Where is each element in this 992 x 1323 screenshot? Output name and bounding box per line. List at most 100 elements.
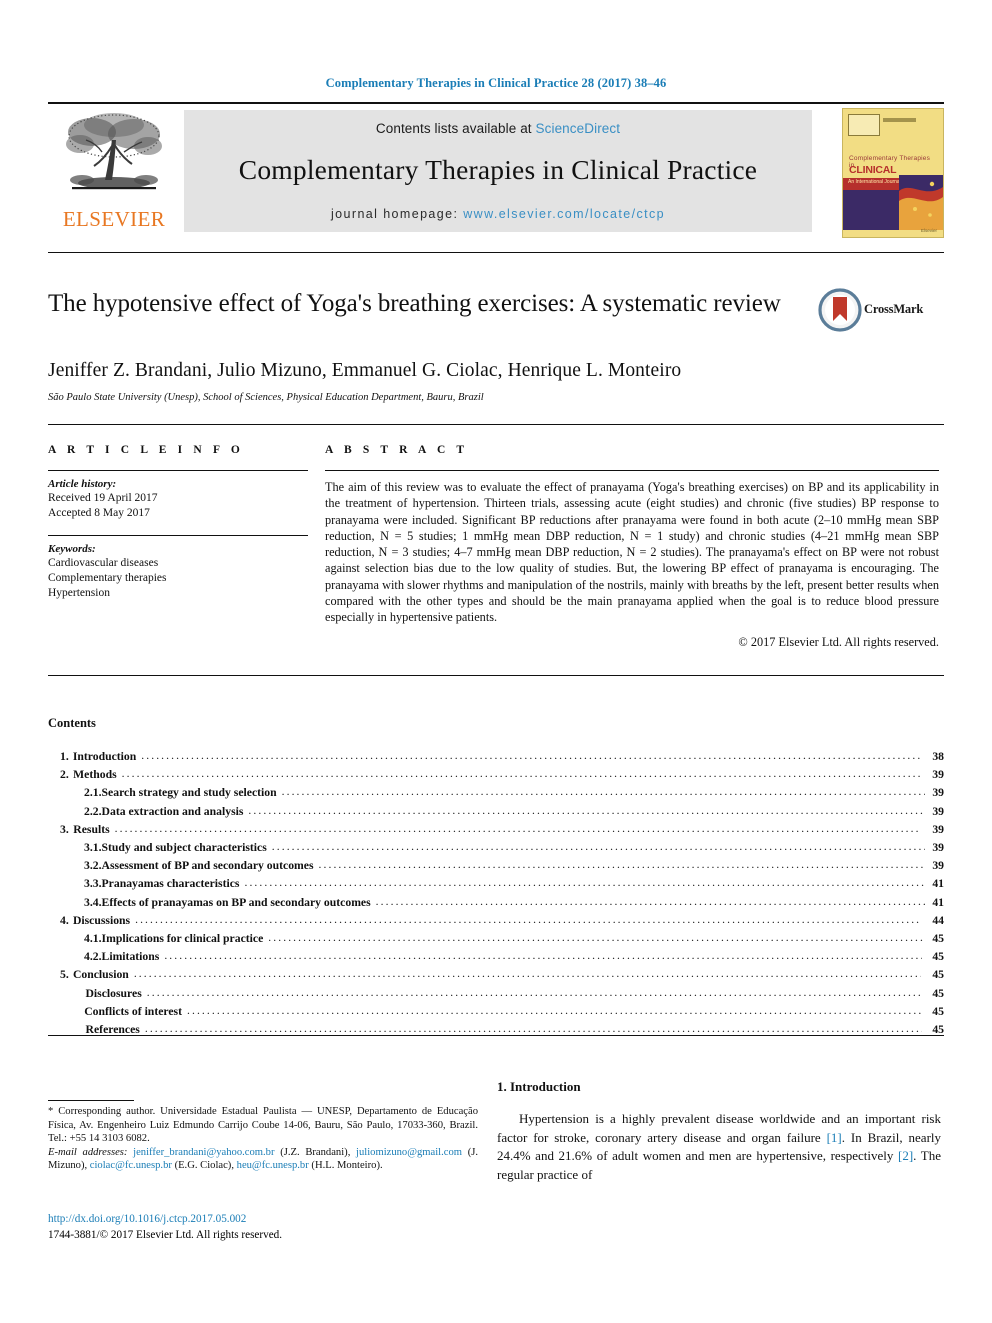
email-link[interactable]: jeniffer_brandani@yahoo.com.br xyxy=(133,1147,274,1158)
article-history-label: Article history: xyxy=(48,478,117,490)
cover-footer-text: Elsevier xyxy=(920,228,937,233)
elsevier-logo: ELSEVIER xyxy=(48,110,180,236)
contents-entry-number: 5. xyxy=(60,968,69,982)
contents-entry-number: 3. xyxy=(60,822,69,836)
contents-entry[interactable]: 3.2. Assessment of BP and secondary outco… xyxy=(48,857,944,875)
contents-leader-dots: ........................................… xyxy=(146,986,922,999)
abstract-text: The aim of this review was to evaluate t… xyxy=(325,480,939,625)
info-divider-top xyxy=(48,424,944,425)
contents-entry[interactable]: 2. Methods...............................… xyxy=(48,766,944,784)
contents-entry-number: 1. xyxy=(60,750,69,763)
contents-list: 1. Introduction..........................… xyxy=(48,748,944,1039)
paper-page: Complementary Therapies in Clinical Prac… xyxy=(0,0,992,1323)
contents-entry-page: 45 xyxy=(932,932,944,946)
keywords-label: Keywords: xyxy=(48,543,96,555)
contents-entry-label: Data extraction and analysis xyxy=(101,804,244,818)
contents-entry[interactable]: 5. Conclusion............................… xyxy=(48,966,944,984)
contents-entry[interactable]: Disclosures.............................… xyxy=(48,985,944,1003)
contents-entry-page: 39 xyxy=(932,768,944,782)
contents-entry[interactable]: 3.4. Effects of pranayamas on BP and seco… xyxy=(48,894,944,912)
journal-homepage-line: journal homepage: www.elsevier.com/locat… xyxy=(184,207,812,221)
email-link[interactable]: juliomizuno@gmail.com xyxy=(356,1147,462,1158)
crossmark-label: CrossMark xyxy=(864,302,924,316)
contents-entry[interactable]: 3.3. Pranayamas characteristics..........… xyxy=(48,875,944,893)
email-addresses-label: E-mail addresses: xyxy=(48,1146,128,1158)
sciencedirect-link[interactable]: ScienceDirect xyxy=(536,121,621,136)
contents-leader-dots: ........................................… xyxy=(271,841,925,854)
abstract-heading: A B S T R A C T xyxy=(325,444,469,456)
journal-homepage-link[interactable]: www.elsevier.com/locate/ctcp xyxy=(463,207,665,221)
article-info-heading: A R T I C L E I N F O xyxy=(48,444,244,456)
contents-entry-label: Effects of pranayamas on BP and secondar… xyxy=(101,895,371,909)
journal-title: Complementary Therapies in Clinical Prac… xyxy=(238,154,758,185)
contents-leader-dots: ........................................… xyxy=(114,822,921,835)
contents-entry-page: 45 xyxy=(932,968,944,982)
contents-entry[interactable]: 4.2. Limitations.........................… xyxy=(48,948,944,966)
contents-entry-number: 3.2. xyxy=(84,859,102,873)
journal-cover-thumbnail: Complementary Therapies in CLINICAL PRAC… xyxy=(842,108,944,238)
running-head: Complementary Therapies in Clinical Prac… xyxy=(325,76,667,90)
author-names: Jeniffer Z. Brandani, Julio Mizuno, Emma… xyxy=(48,360,682,381)
contents-leader-dots: ........................................… xyxy=(281,786,925,799)
contents-entry-label: Results xyxy=(73,822,110,836)
citation-ref-2[interactable]: [2] xyxy=(898,1148,913,1163)
contents-leader-dots: ........................................… xyxy=(375,895,927,908)
contents-entry-page: 38 xyxy=(932,750,944,763)
email-link[interactable]: heu@fc.unesp.br xyxy=(237,1160,309,1171)
email-owner: (J.Z. Brandani) xyxy=(280,1146,348,1158)
contents-entry-page: 41 xyxy=(932,877,944,891)
abstract-copyright: © 2017 Elsevier Ltd. All rights reserved… xyxy=(738,634,939,649)
contents-entry[interactable]: 3. Results...............................… xyxy=(48,821,944,839)
contents-leader-dots: ........................................… xyxy=(248,804,924,817)
issn-copyright: 1744-3881/© 2017 Elsevier Ltd. All right… xyxy=(48,1228,283,1241)
email-owner: (H.L. Monteiro) xyxy=(311,1160,380,1172)
contents-entry-label: Implications for clinical practice xyxy=(101,932,264,946)
contents-entry-label: Assessment of BP and secondary outcomes xyxy=(101,859,314,873)
contents-entry[interactable]: Conflicts of interest...................… xyxy=(48,1003,944,1021)
contents-entry-label: Disclosures xyxy=(85,986,142,1000)
contents-entry[interactable]: 2.2. Data extraction and analysis........… xyxy=(48,803,944,821)
citation-ref-1[interactable]: [1] xyxy=(827,1130,842,1145)
contents-entry-page: 41 xyxy=(932,895,944,909)
introduction-heading: 1. Introduction xyxy=(497,1079,581,1094)
contents-entry-number: 2. xyxy=(60,768,69,782)
contents-entry[interactable]: 4. Discussions...........................… xyxy=(48,912,944,930)
cover-purple-block xyxy=(843,190,901,230)
author-list: Jeniffer Z. Brandani, Julio Mizuno, Emma… xyxy=(48,360,868,382)
contents-entry-label: Introduction xyxy=(72,750,137,763)
article-history-accepted: Accepted 8 May 2017 xyxy=(48,507,150,519)
doi-block: http://dx.doi.org/10.1016/j.ctcp.2017.05… xyxy=(48,1212,478,1243)
article-history-received: Received 19 April 2017 xyxy=(48,492,158,504)
contents-entry-page: 45 xyxy=(932,950,944,964)
contents-entry[interactable]: 3.1. Study and subject characteristics...… xyxy=(48,839,944,857)
abstract-column: A B S T R A C T The aim of this review w… xyxy=(325,444,939,650)
email-link[interactable]: ciolac@fc.unesp.br xyxy=(90,1160,172,1171)
contents-entry[interactable]: References..............................… xyxy=(48,1021,944,1039)
contents-divider-bottom xyxy=(48,1035,944,1036)
contents-entry[interactable]: 1. Introduction..........................… xyxy=(48,748,944,766)
page-title: The hypotensive effect of Yoga's breathi… xyxy=(48,290,781,317)
contents-entry-number: 4. xyxy=(60,913,69,927)
keyword-item: Cardiovascular diseases xyxy=(48,557,159,569)
article-info-column: A R T I C L E I N F O Article history: R… xyxy=(48,444,308,601)
email-owner: (E.G. Ciolac) xyxy=(174,1160,232,1172)
contents-entry[interactable]: 2.1. Search strategy and study selection.… xyxy=(48,784,944,802)
article-info-rule xyxy=(48,470,308,471)
contents-leader-dots: ........................................… xyxy=(135,913,922,926)
contents-entry-label: Methods xyxy=(73,768,117,782)
contents-entry-label: Pranayamas characteristics xyxy=(101,877,240,891)
introduction-paragraph: Hypertension is a highly prevalent disea… xyxy=(497,1110,941,1185)
contents-entry[interactable]: 4.1. Implications for clinical practice..… xyxy=(48,930,944,948)
cover-top-rule xyxy=(883,118,938,122)
elsevier-wordmark: ELSEVIER xyxy=(62,207,166,231)
footnote-divider xyxy=(48,1100,134,1101)
contents-entry-number: 4.1. xyxy=(84,932,102,946)
corresponding-author-text: Corresponding author. Universidade Estad… xyxy=(48,1106,478,1145)
contents-entry-page: 39 xyxy=(932,786,944,800)
abstract-rule xyxy=(325,470,939,471)
contents-available-text: Contents lists available at xyxy=(375,121,536,136)
contents-leader-dots: ........................................… xyxy=(187,1004,923,1017)
crossmark-icon xyxy=(818,288,862,332)
doi-link[interactable]: http://dx.doi.org/10.1016/j.ctcp.2017.05… xyxy=(48,1212,478,1228)
crossmark-badge[interactable]: CrossMark xyxy=(818,288,934,334)
